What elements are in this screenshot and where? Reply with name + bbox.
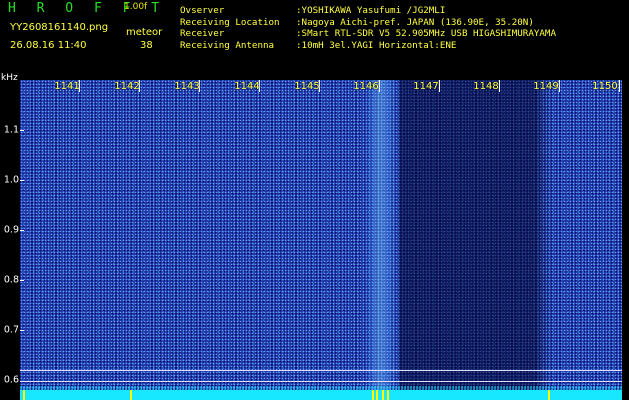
station-value: :Nagoya Aichi-pref. JAPAN (136.90E, 35.2… xyxy=(296,16,534,28)
baseline-marker xyxy=(372,390,374,400)
app-version: 1.00f xyxy=(124,2,148,12)
minute-marker xyxy=(559,80,560,92)
time-label: 1150 xyxy=(592,81,618,92)
station-row-antenna: Receiving Antenna :10mH 3el.YAGI Horizon… xyxy=(180,40,556,52)
time-label: 1146 xyxy=(353,81,379,92)
spectrogram-waterfall[interactable] xyxy=(20,80,622,400)
station-key: Ovserver xyxy=(180,5,225,16)
station-value: :SMart RTL-SDR V5 52.905MHz USB HIGASHIM… xyxy=(296,28,556,39)
station-value: :YOSHIKAWA Yasufumi /JG2MLI xyxy=(296,5,446,16)
capture-datetime: 26.08.16 11:40 xyxy=(10,40,87,51)
frequency-label: 1.1 xyxy=(3,124,19,136)
header-panel: H R O F F T 1.00f YY2608161140.png 26.08… xyxy=(0,0,629,72)
time-label: 1141 xyxy=(54,81,80,92)
reference-line xyxy=(20,381,622,382)
time-label: 1143 xyxy=(174,81,200,92)
station-key: Receiver xyxy=(180,28,225,39)
baseline-marker xyxy=(376,390,378,400)
frequency-label: 1.0 xyxy=(3,174,19,186)
time-label: 1142 xyxy=(114,81,140,92)
station-info: Ovserver :YOSHIKAWA Yasufumi /JG2MLI Rec… xyxy=(180,5,556,51)
frequency-unit: kHz xyxy=(1,73,18,83)
frequency-label: 0.6 xyxy=(3,374,19,386)
station-row-location: Receiving Location :Nagoya Aichi-pref. J… xyxy=(180,17,556,29)
frequency-label: 0.7 xyxy=(3,324,19,336)
reference-line xyxy=(20,370,622,371)
frequency-tick xyxy=(20,130,24,131)
frequency-tick xyxy=(20,180,24,181)
frequency-tick xyxy=(20,330,24,331)
baseline-marker xyxy=(130,390,132,400)
baseline-marker xyxy=(548,390,550,400)
baseline-marker xyxy=(382,390,384,400)
meteor-count: 38 xyxy=(140,40,153,51)
time-label: 1147 xyxy=(413,81,439,92)
minute-marker xyxy=(439,80,440,92)
time-label: 1148 xyxy=(473,81,499,92)
baseline-marker xyxy=(23,390,25,400)
station-key: Receiving Antenna xyxy=(180,39,275,51)
minute-marker xyxy=(619,80,620,92)
meteor-label: meteor xyxy=(126,27,163,38)
time-label: 1149 xyxy=(533,81,559,92)
minute-marker xyxy=(499,80,500,92)
station-value: :10mH 3el.YAGI Horizontal:ENE xyxy=(296,39,457,51)
frequency-label: 0.8 xyxy=(3,274,19,286)
baseline-marker xyxy=(387,390,389,400)
time-label: 1145 xyxy=(294,81,320,92)
frequency-tick xyxy=(20,230,24,231)
frequency-tick xyxy=(20,280,24,281)
file-name: YY2608161140.png xyxy=(10,22,109,33)
frequency-axis xyxy=(0,72,20,400)
time-label: 1144 xyxy=(234,81,260,92)
station-key: Receiving Location xyxy=(180,16,280,28)
frequency-label: 0.9 xyxy=(3,224,19,236)
minute-marker xyxy=(379,80,380,92)
station-row-observer: Ovserver :YOSHIKAWA Yasufumi /JG2MLI xyxy=(180,5,556,17)
station-row-receiver: Receiver :SMart RTL-SDR V5 52.905MHz USB… xyxy=(180,28,556,40)
signal-baseline xyxy=(20,390,622,400)
